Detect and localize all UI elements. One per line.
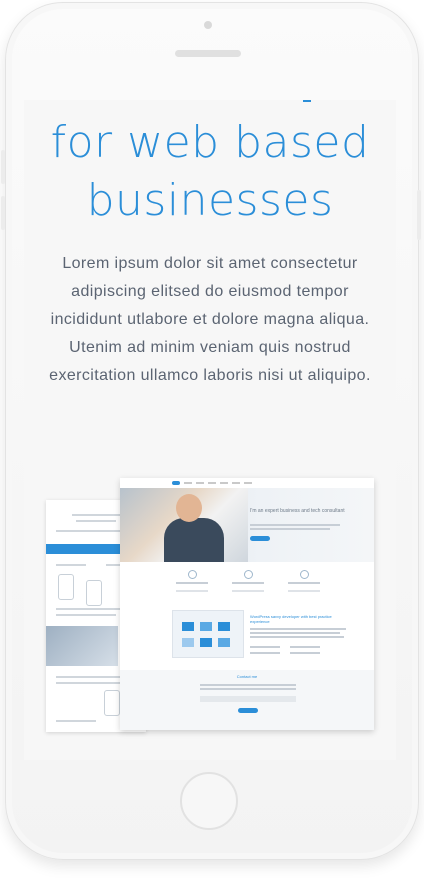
mockup-laptop-image xyxy=(172,610,244,658)
mockup-photo xyxy=(46,626,118,666)
phone-side-button xyxy=(1,196,5,230)
home-button[interactable] xyxy=(180,772,238,830)
accent-mark xyxy=(303,100,311,102)
camera-icon xyxy=(204,21,212,29)
hero-paragraph: Lorem ipsum dolor sit amet consectetur a… xyxy=(49,255,371,384)
phone-power-button xyxy=(417,190,421,240)
hero-title: for web based businesses xyxy=(24,114,396,230)
mockup-section-heading: WordPress savvy developer with best prac… xyxy=(250,614,332,624)
speaker-grill xyxy=(175,50,241,57)
mockup-contact-heading: Contact me xyxy=(236,674,258,679)
phone-screen: for web based businesses Lorem ipsum dol… xyxy=(24,100,396,760)
hero-title-line-2: businesses xyxy=(86,175,334,226)
phone-side-button xyxy=(1,150,5,184)
mockup-desktop-preview: I'm an expert business and tech consulta… xyxy=(120,478,374,730)
mockup-hero-heading: I'm an expert business and tech consulta… xyxy=(250,508,345,514)
hero-title-line-1: for web based xyxy=(50,117,370,168)
